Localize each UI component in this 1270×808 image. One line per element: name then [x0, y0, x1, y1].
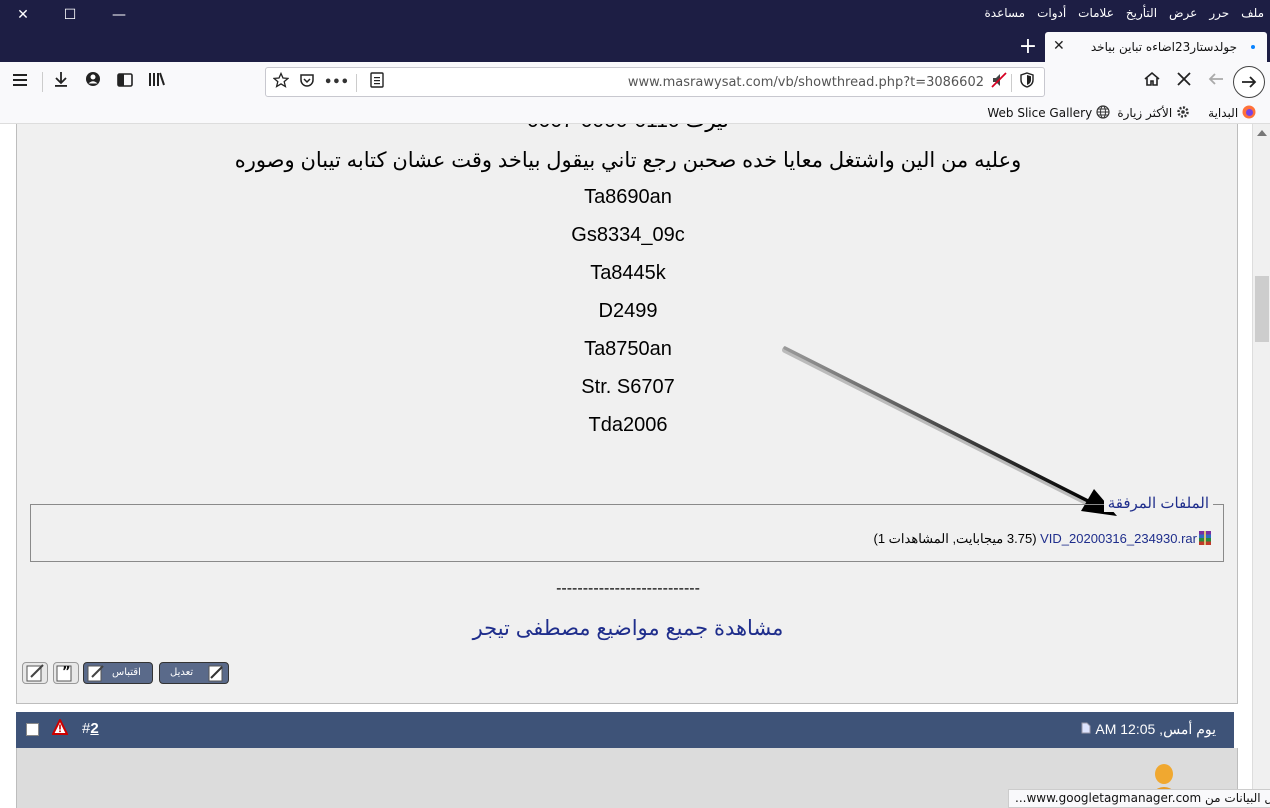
shield-icon[interactable] — [1016, 72, 1038, 94]
tab-title: جولدستار23اضاءه تباين بياخد وقت — [1087, 40, 1237, 54]
home-icon[interactable] — [1140, 70, 1164, 94]
toolbar-divider — [42, 72, 43, 92]
menu-help[interactable]: مساعدة — [985, 6, 1026, 20]
bookmarks-bar: البداية الأكثر زيارة Web Slice Gallery — [0, 102, 1270, 124]
all-posts-link[interactable]: مشاهدة جميع مواضيع مصطفى تيجر — [17, 616, 1239, 641]
vertical-scrollbar[interactable] — [1252, 124, 1270, 808]
quote-button[interactable]: اقتباس — [83, 662, 153, 684]
pocket-icon[interactable] — [296, 72, 318, 94]
tab-active[interactable]: ✕ جولدستار23اضاءه تباين بياخد وقت — [1045, 32, 1267, 62]
page-content: ثيرت 0110-0000-0007 وعليه من الين واشتغل… — [0, 124, 1252, 808]
attachment-link[interactable]: VID_20200316_234930.rar — [1040, 531, 1197, 546]
bookmark-home[interactable]: البداية — [1208, 105, 1256, 120]
menu-bookmarks[interactable]: علامات — [1078, 6, 1114, 20]
tab-strip: + ✕ جولدستار23اضاءه تباين بياخد وقت — [0, 30, 1270, 62]
annotation-arrow-icon — [782, 346, 1117, 516]
menu-view[interactable]: عرض — [1169, 6, 1197, 20]
pencil-paper-icon — [26, 664, 44, 682]
svg-text:”: ” — [62, 665, 71, 680]
edit-button[interactable]: تعديل — [159, 662, 229, 684]
sidebar-icon[interactable] — [113, 70, 137, 94]
menu-history[interactable]: التأريخ — [1126, 6, 1157, 20]
attachments-box: الملفات المرفقة VID_20200316_234930.rar … — [30, 494, 1224, 562]
title-bar: ✕ ☐ — ملف حرر عرض التأريخ علامات أدوات م… — [0, 0, 1270, 30]
edit-pencil-icon — [208, 665, 223, 682]
post-date-text: يوم أمس, 12:05 AM — [1095, 721, 1216, 737]
new-tab-button[interactable]: + — [1016, 34, 1040, 59]
quote-icon: ” — [56, 665, 72, 682]
autoplay-blocked-icon[interactable] — [988, 72, 1010, 94]
reader-view-icon[interactable] — [366, 72, 388, 94]
bookmark-home-label: البداية — [1208, 106, 1239, 120]
post-number-link[interactable]: #2 — [82, 720, 99, 737]
bookmark-web-slice[interactable]: Web Slice Gallery — [987, 105, 1110, 120]
edit-button-label: تعديل — [170, 667, 194, 678]
signature-divider: --------------------------- — [556, 580, 700, 597]
post-date: يوم أمس, 12:05 AM — [1081, 721, 1216, 738]
report-post-button[interactable] — [22, 662, 48, 684]
rar-file-icon — [1199, 531, 1211, 545]
status-bar: ينقل البيانات من www.googletagmanager.co… — [1008, 789, 1270, 808]
gear-icon — [1177, 106, 1189, 118]
urlbar-divider — [356, 74, 357, 92]
post-body: ثيرت 0110-0000-0007 وعليه من الين واشتغل… — [16, 124, 1238, 704]
multiquote-button[interactable]: ” — [53, 662, 79, 684]
back-arrow-icon[interactable] — [1204, 70, 1228, 94]
close-tab-icon[interactable]: ✕ — [1053, 38, 1065, 54]
more-actions-icon[interactable]: ••• — [324, 72, 349, 94]
downloads-icon[interactable] — [49, 70, 73, 94]
url-text: www.masrawysat.com/vb/showthread.php?t=3… — [627, 75, 984, 90]
menu-tools[interactable]: أدوات — [1037, 6, 1066, 20]
attachments-legend: الملفات المرفقة — [1103, 494, 1213, 512]
menu-file[interactable]: ملف — [1241, 6, 1264, 20]
bookmark-web-slice-label: Web Slice Gallery — [987, 106, 1093, 120]
tab-loading-dot-icon — [1251, 45, 1255, 49]
attachment-row: VID_20200316_234930.rar (3.75 ميجابايت, … — [873, 530, 1213, 547]
url-bar[interactable]: ••• www.masrawysat.com/vb/showthread.php… — [265, 67, 1045, 97]
post-number: 2 — [90, 720, 99, 737]
maximize-window-button[interactable]: ☐ — [47, 0, 93, 30]
bookmark-star-icon[interactable] — [270, 71, 292, 94]
account-icon[interactable] — [81, 70, 105, 94]
forward-arrow-icon[interactable] — [1233, 66, 1265, 98]
post-icon — [1081, 722, 1091, 734]
bookmark-most-visited-label: الأكثر زيارة — [1117, 106, 1173, 120]
firefox-icon — [1242, 105, 1256, 119]
post-select-checkbox[interactable] — [26, 723, 39, 736]
globe-icon — [1096, 105, 1110, 119]
quote-button-label: اقتباس — [112, 667, 141, 678]
attachment-info: (3.75 ميجابايت, المشاهدات 1) — [873, 531, 1041, 546]
bookmark-most-visited[interactable]: الأكثر زيارة — [1117, 105, 1190, 120]
minimize-window-button[interactable]: — — [96, 0, 142, 30]
stop-loading-icon[interactable] — [1172, 70, 1196, 94]
scroll-thumb[interactable] — [1255, 276, 1269, 342]
close-window-button[interactable]: ✕ — [0, 0, 46, 30]
report-warning-icon[interactable] — [52, 719, 68, 735]
navigation-bar: ••• www.masrawysat.com/vb/showthread.php… — [0, 62, 1270, 102]
menu-bar: ملف حرر عرض التأريخ علامات أدوات مساعدة — [985, 0, 1264, 26]
post-2-header: #2 يوم أمس, 12:05 AM — [16, 712, 1234, 748]
quote-paper-icon — [87, 665, 104, 682]
library-icon[interactable] — [145, 70, 169, 94]
urlbar-divider-2 — [1011, 74, 1012, 92]
menu-edit[interactable]: حرر — [1209, 6, 1229, 20]
scroll-up-arrow-icon[interactable] — [1257, 130, 1267, 136]
hamburger-menu-icon[interactable] — [8, 70, 32, 94]
